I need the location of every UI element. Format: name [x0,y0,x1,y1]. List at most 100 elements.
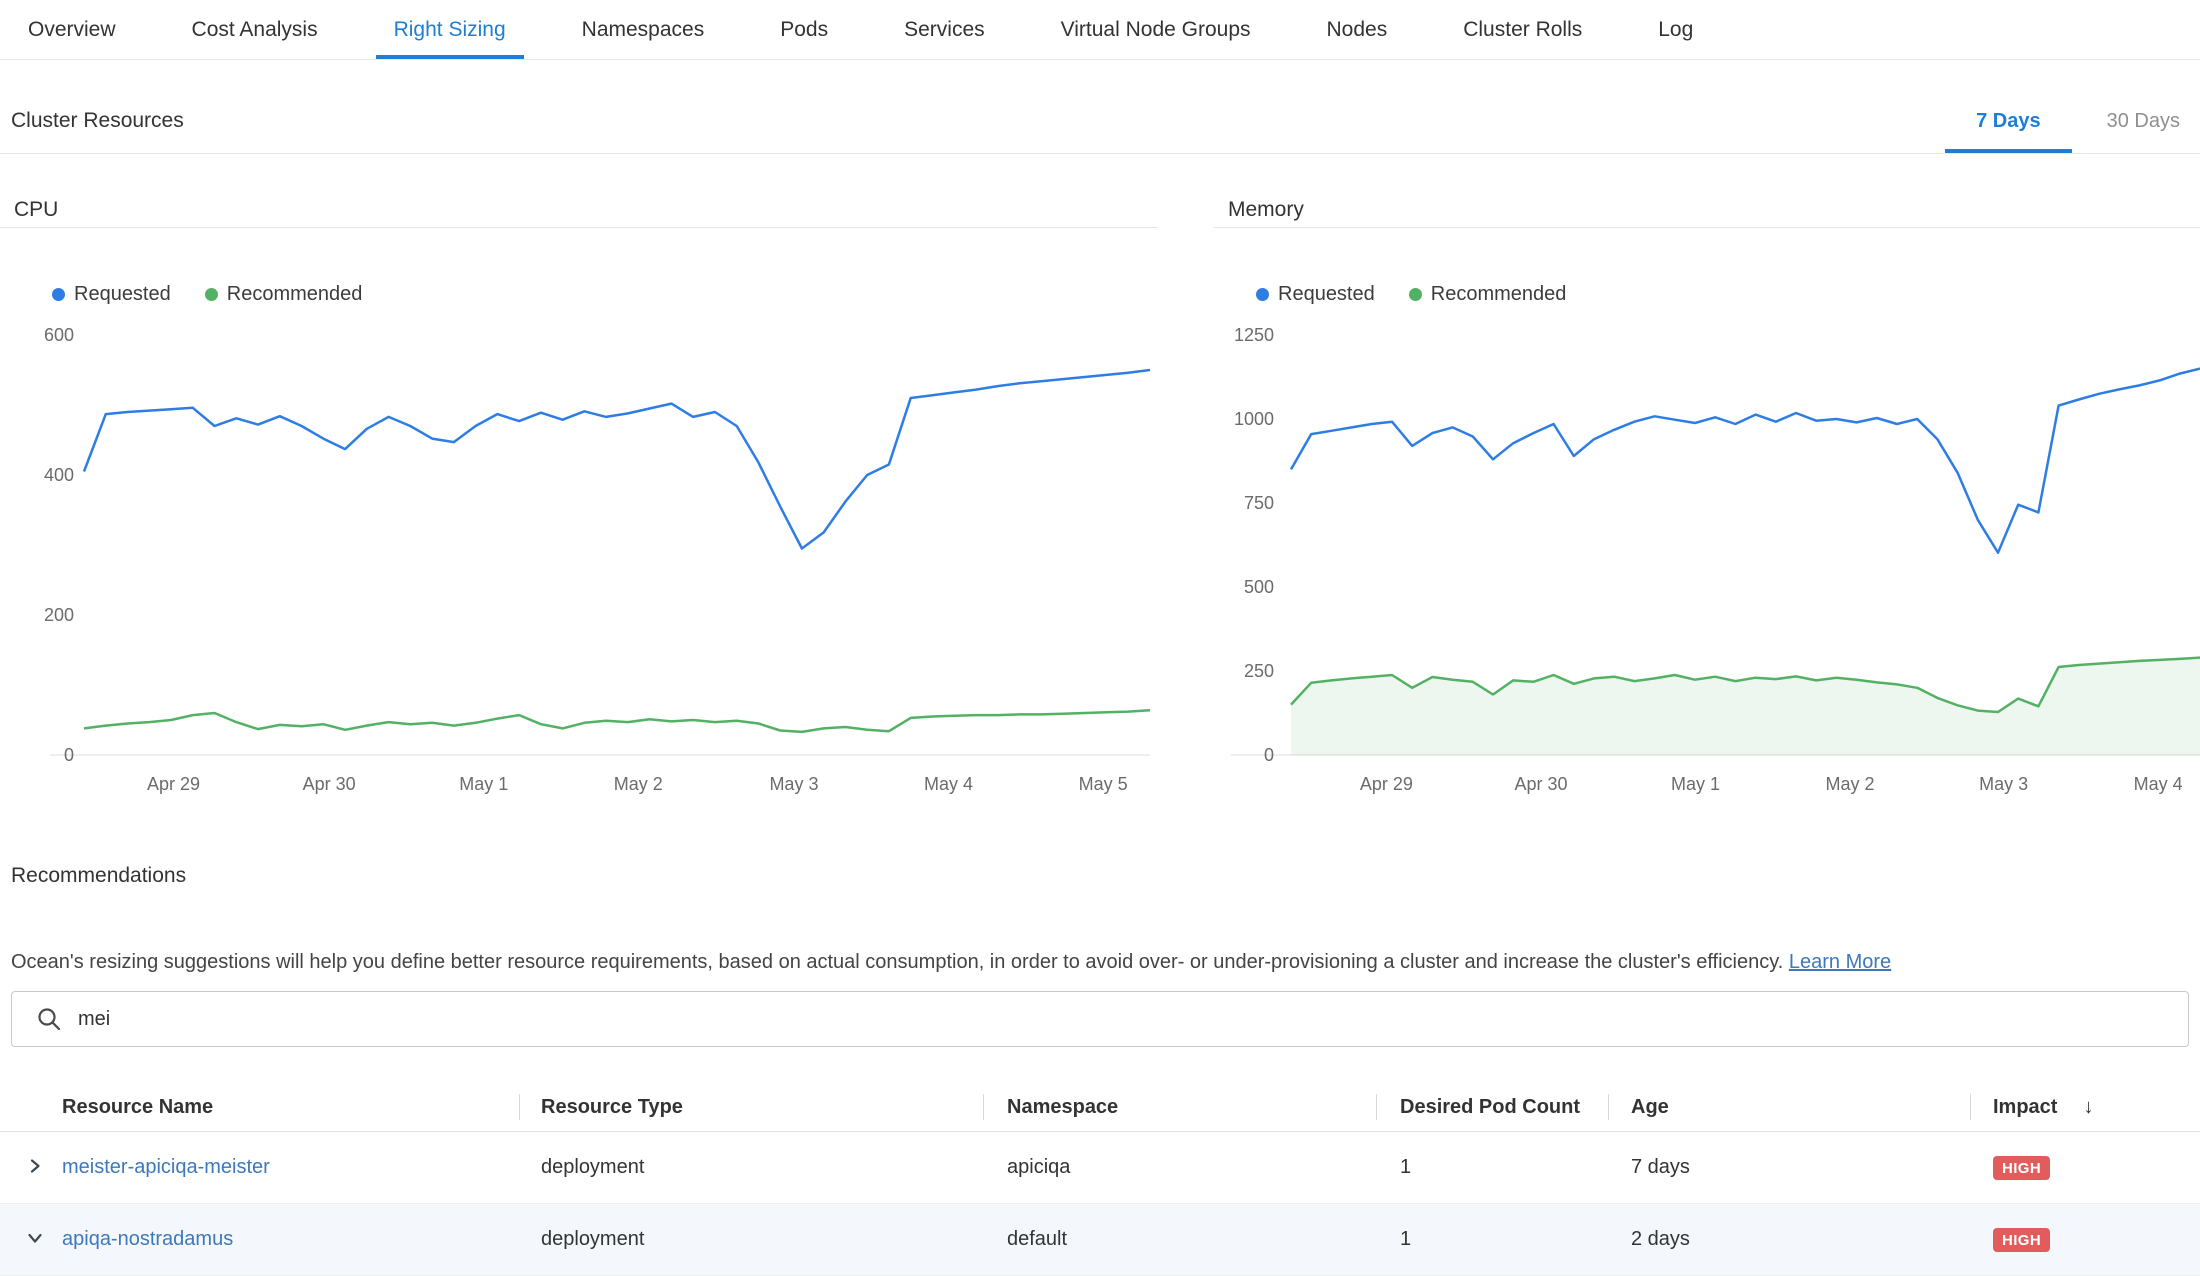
search-icon [36,1006,62,1032]
svg-text:May 2: May 2 [614,774,663,794]
age-cell: 7 days [1608,1156,1970,1179]
recommendations-description: Ocean's resizing suggestions will help y… [11,948,2189,976]
svg-text:May 3: May 3 [769,774,818,794]
svg-text:May 5: May 5 [1079,774,1128,794]
svg-text:200: 200 [44,605,74,625]
svg-text:Apr 29: Apr 29 [1360,774,1413,794]
namespace-cell: default [983,1228,1376,1251]
range-7-days[interactable]: 7 Days [1971,110,2046,153]
search-box [11,991,2189,1047]
col-namespace[interactable]: Namespace [983,1083,1376,1131]
recommendations-title: Recommendations [11,864,186,888]
legend-label: Requested [1278,283,1375,306]
svg-text:Apr 30: Apr 30 [1514,774,1567,794]
legend-item-requested: Requested [1256,284,1375,304]
tab-right-sizing[interactable]: Right Sizing [376,0,524,59]
svg-text:Apr 29: Apr 29 [147,774,200,794]
impact-high-badge: HIGH [1993,1156,2050,1180]
svg-text:May 4: May 4 [2134,774,2183,794]
svg-text:0: 0 [64,745,74,765]
desired-pod-count-cell: 1 [1376,1156,1608,1179]
tab-cluster-rolls[interactable]: Cluster Rolls [1445,0,1600,59]
memory-chart-title: Memory [1228,195,2200,225]
svg-text:250: 250 [1244,661,1274,681]
svg-text:May 4: May 4 [924,774,973,794]
svg-text:600: 600 [44,325,74,345]
cpu-chart-title: CPU [14,195,1158,225]
description-text: Ocean's resizing suggestions will help y… [11,951,1783,973]
cpu-chart-legend: Requested Recommended [52,284,1158,304]
col-desired-pod-count[interactable]: Desired Pod Count [1376,1083,1608,1131]
divider [1214,227,2200,228]
memory-chart: 0 250 500 750 1000 1250 Apr 29 Apr 30 May 1 May 2… [1214,310,2200,795]
search-input[interactable] [76,1007,2188,1032]
namespace-cell: apiciqa [983,1156,1376,1179]
cpu-chart: 0 200 400 600 Apr 29 Apr 30 May 1 May 2 May 3 May… [0,310,1158,795]
table-row: meister-apiciqa-meister deployment apici… [0,1132,2200,1204]
memory-chart-legend: Requested Recommended [1256,284,2200,304]
svg-text:400: 400 [44,465,74,485]
tab-services[interactable]: Services [886,0,1003,59]
recommended-dot-icon [1409,288,1422,301]
svg-text:750: 750 [1244,493,1274,513]
collapse-row-button[interactable] [24,1229,46,1251]
svg-text:May 3: May 3 [1979,774,2028,794]
learn-more-link[interactable]: Learn More [1789,951,1891,973]
impact-cell: HIGH [1970,1228,2200,1252]
svg-text:May 2: May 2 [1826,774,1875,794]
legend-item-recommended: Recommended [205,284,363,304]
requested-dot-icon [1256,288,1269,301]
right-sizing-page: Overview Cost Analysis Right Sizing Name… [0,0,2200,1264]
cpu-chart-panel: CPU Requested Recommended 0 200 400 600 Apr … [0,195,1158,795]
col-resource-name[interactable]: Resource Name [0,1083,519,1131]
svg-text:Apr 30: Apr 30 [303,774,356,794]
recommendations-table: Resource Name Resource Type Namespace De… [0,1083,2200,1276]
legend-label: Recommended [1431,283,1567,306]
svg-text:May 1: May 1 [1671,774,1720,794]
tab-bar: Overview Cost Analysis Right Sizing Name… [0,0,2200,60]
tab-log[interactable]: Log [1640,0,1711,59]
svg-text:1250: 1250 [1234,325,1274,345]
col-impact[interactable]: Impact ↓ [1970,1083,2200,1131]
table-header: Resource Name Resource Type Namespace De… [0,1083,2200,1132]
col-age[interactable]: Age [1608,1083,1970,1131]
expand-row-button[interactable] [24,1157,46,1179]
tab-virtual-node-groups[interactable]: Virtual Node Groups [1043,0,1269,59]
impact-cell: HIGH [1970,1156,2200,1180]
svg-text:0: 0 [1264,745,1274,765]
tab-cost-analysis[interactable]: Cost Analysis [174,0,336,59]
chevron-down-icon [25,1228,45,1251]
resource-name-link[interactable]: meister-apiciqa-meister [62,1156,270,1179]
range-30-days[interactable]: 30 Days [2102,110,2185,153]
col-resource-type[interactable]: Resource Type [519,1083,983,1131]
table-row: apiqa-nostradamus deployment default 1 2… [0,1204,2200,1276]
recommendations-section: Recommendations Ocean's resizing suggest… [0,864,2200,1264]
desired-pod-count-cell: 1 [1376,1228,1608,1251]
resource-name-cell: apiqa-nostradamus [0,1228,519,1251]
tab-namespaces[interactable]: Namespaces [564,0,723,59]
chevron-right-icon [25,1156,45,1179]
resource-name-cell: meister-apiciqa-meister [0,1156,519,1179]
divider [0,227,1158,228]
tab-pods[interactable]: Pods [762,0,846,59]
svg-text:1000: 1000 [1234,409,1274,429]
resource-type-cell: deployment [519,1228,983,1251]
legend-label: Requested [74,283,171,306]
sort-descending-icon[interactable]: ↓ [2083,1096,2093,1119]
col-impact-label: Impact [1993,1096,2057,1119]
cluster-resources-title: Cluster Resources [11,109,184,133]
time-range-toggle: 7 Days 30 Days [1971,110,2185,153]
svg-text:May 1: May 1 [459,774,508,794]
memory-chart-panel: Memory Requested Recommended 0 250 500 750 1… [1214,195,2200,795]
svg-text:500: 500 [1244,577,1274,597]
tab-nodes[interactable]: Nodes [1309,0,1406,59]
impact-high-badge: HIGH [1993,1228,2050,1252]
cluster-resources-header: Cluster Resources 7 Days 30 Days [0,60,2200,154]
resource-type-cell: deployment [519,1156,983,1179]
legend-item-requested: Requested [52,284,171,304]
age-cell: 2 days [1608,1228,1970,1251]
legend-label: Recommended [227,283,363,306]
tab-overview[interactable]: Overview [10,0,134,59]
legend-item-recommended: Recommended [1409,284,1567,304]
resource-name-link[interactable]: apiqa-nostradamus [62,1228,233,1251]
